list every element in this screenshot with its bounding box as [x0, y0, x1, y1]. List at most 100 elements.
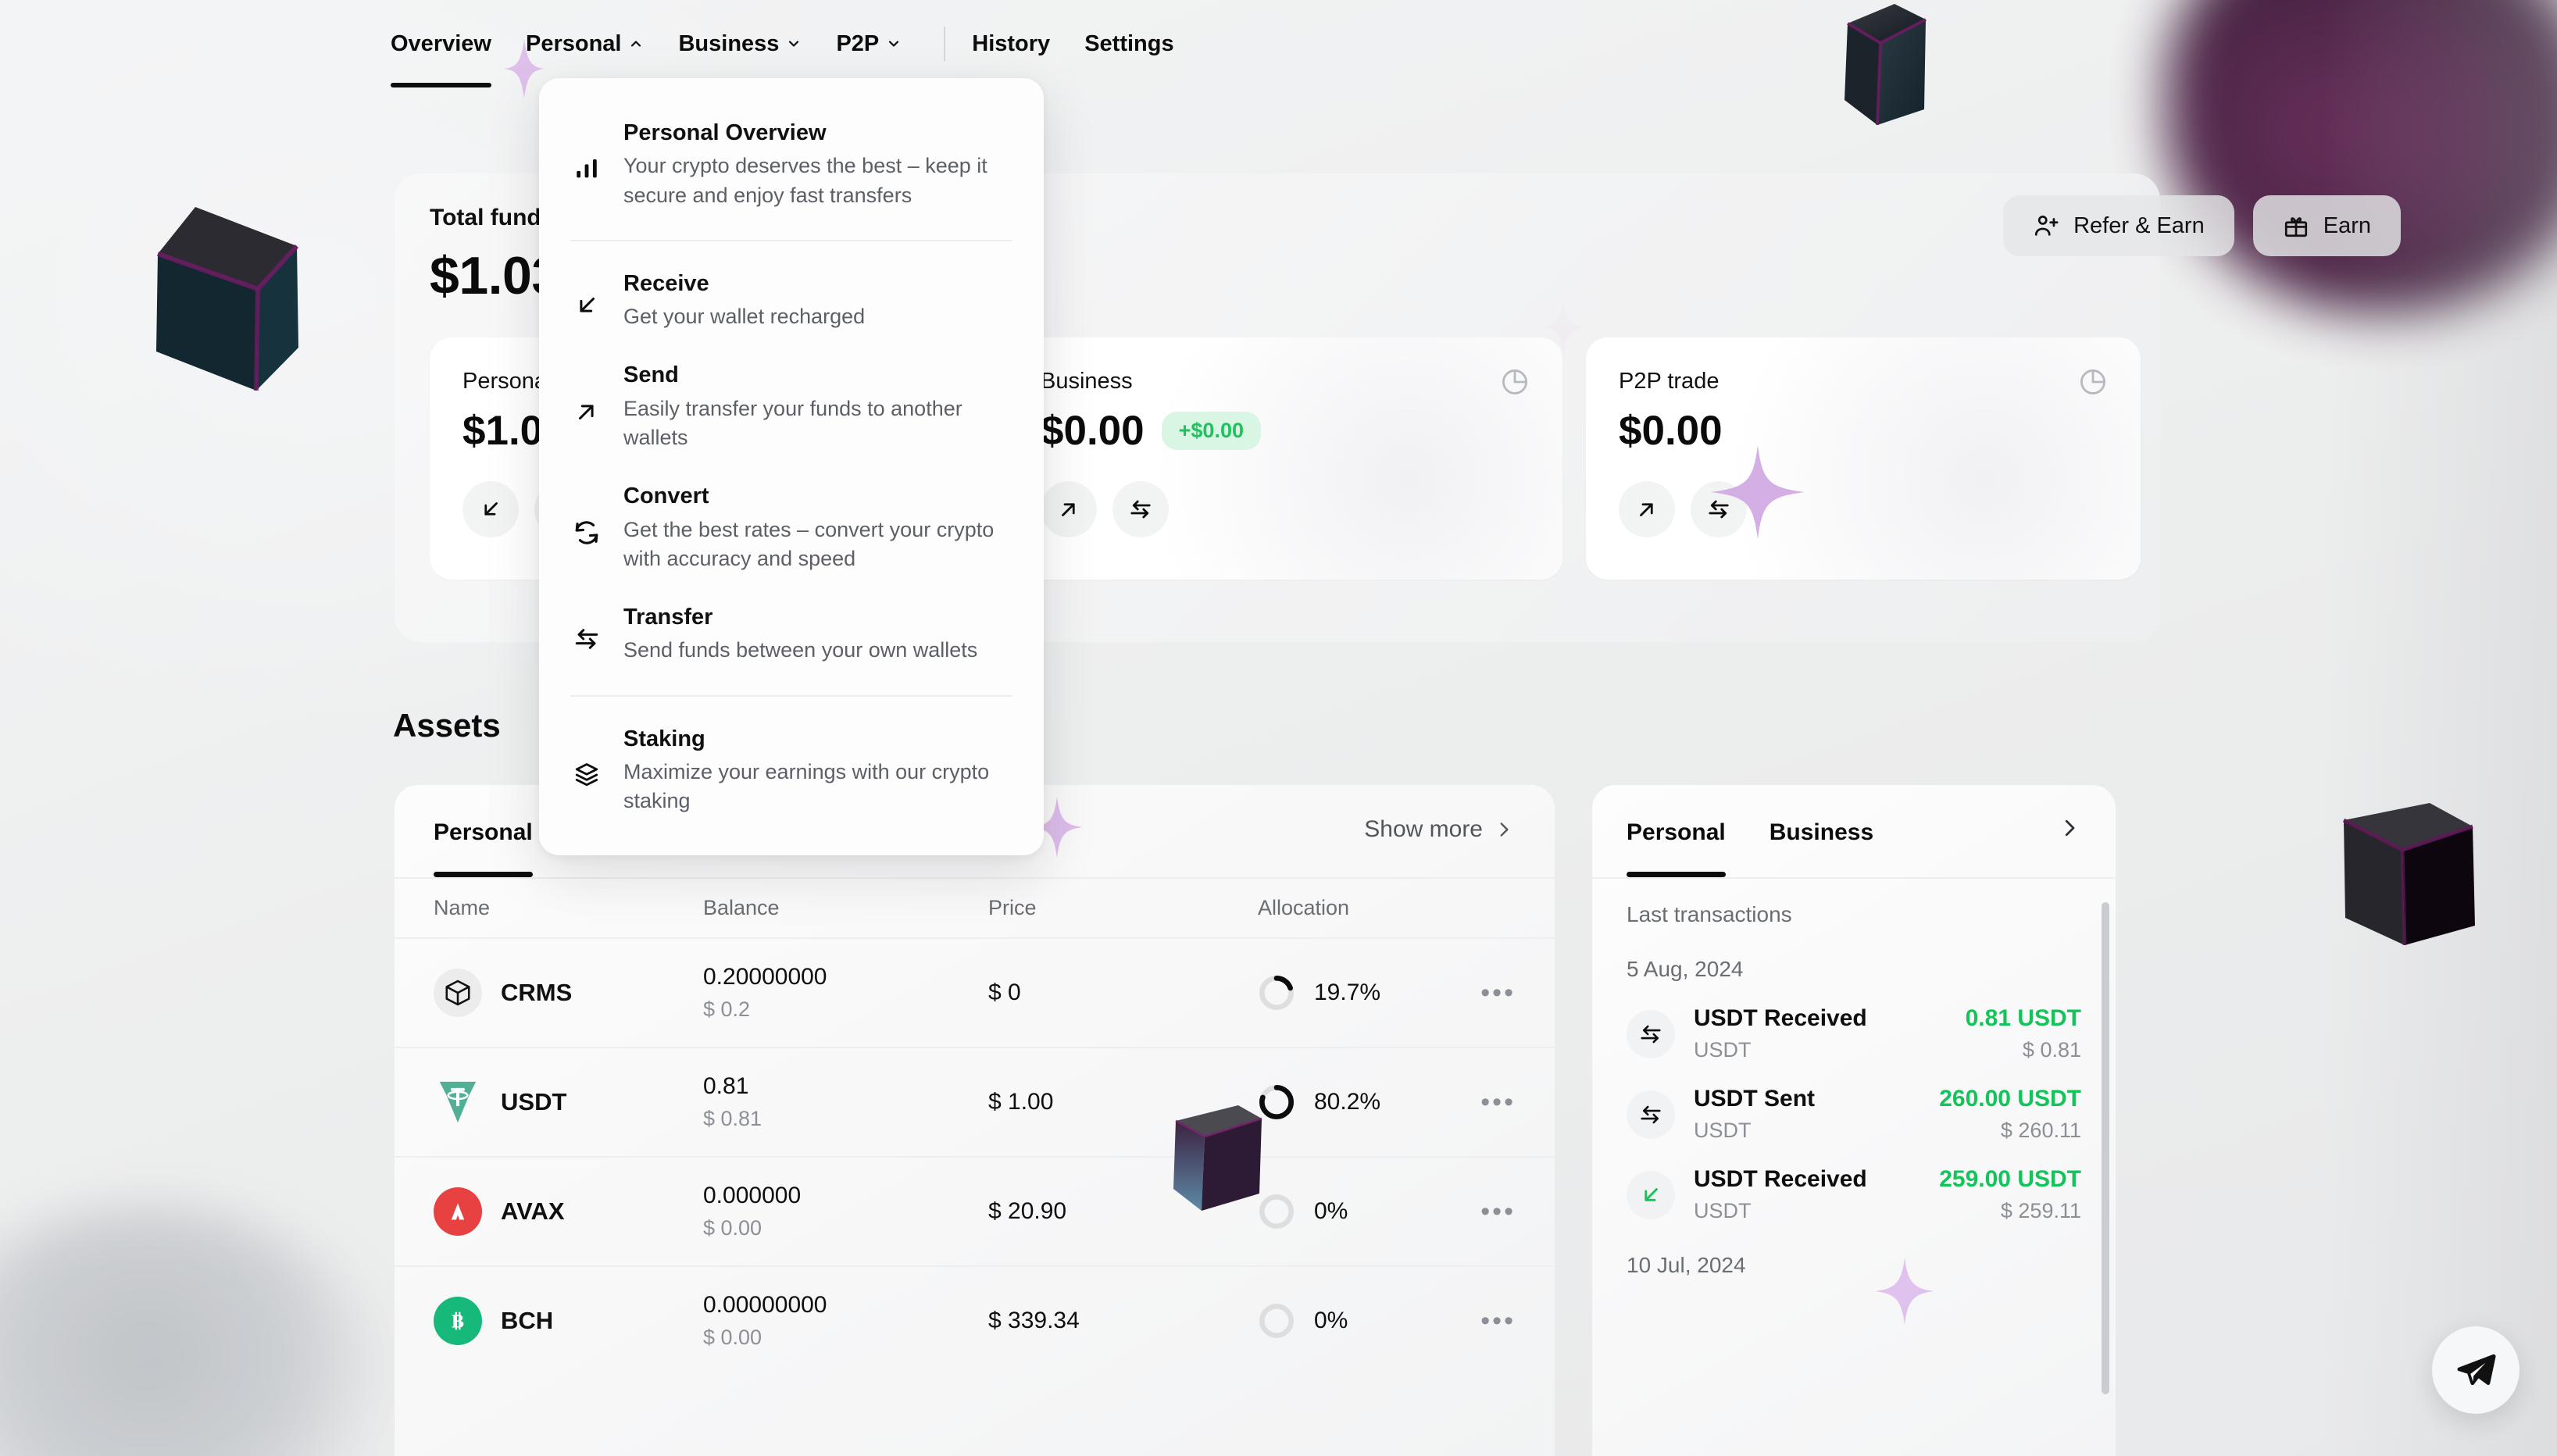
- row-menu-button[interactable]: •••: [1480, 1087, 1516, 1118]
- dropdown-item-title: Personal Overview: [623, 120, 827, 145]
- dropdown-divider: [570, 694, 1012, 697]
- allocation-donut-icon: [1259, 976, 1294, 1010]
- cube-decoration-center: [1173, 1105, 1262, 1211]
- avax-coin-icon: [434, 1187, 482, 1236]
- dropdown-item-desc: Send funds between your own wallets: [623, 638, 978, 662]
- wallet-card-p2p[interactable]: P2P trade $0.00: [1586, 337, 2141, 580]
- coin-balance-usd: $ 0.00: [703, 1326, 762, 1349]
- dropdown-item-staking[interactable]: Staking Maximize your earnings with our …: [539, 711, 1044, 832]
- row-menu-button[interactable]: •••: [1480, 1197, 1516, 1227]
- wallet-card-title: Business: [1041, 369, 1133, 394]
- assets-table-card: Personal Business Show more Name Balance…: [395, 785, 1555, 1456]
- transfer-button[interactable]: [1691, 481, 1747, 537]
- table-row[interactable]: AVAX 0.000000 $ 0.00 $ 20.90 0% •••: [395, 1156, 1555, 1265]
- top-action-buttons: Refer & Earn Earn: [2003, 195, 2401, 256]
- wallet-card-amount: $0.00: [1041, 408, 1145, 454]
- transfer-icon: [570, 605, 603, 666]
- coin-allocation: 0%: [1314, 1308, 1348, 1333]
- transaction-amount: 0.81 USDT: [1965, 1005, 2081, 1031]
- nav-item-label: Overview: [391, 30, 491, 56]
- tab-transactions-personal[interactable]: Personal: [1627, 819, 1726, 877]
- refer-and-earn-label: Refer & Earn: [2073, 212, 2205, 238]
- transactions-scrollbar[interactable]: [2102, 902, 2109, 1394]
- dropdown-item-desc: Maximize your earnings with our crypto s…: [623, 760, 990, 813]
- chevron-down-icon: [789, 41, 799, 47]
- transaction-amount: 259.00 USDT: [1939, 1166, 2081, 1192]
- transaction-title: USDT Sent: [1694, 1086, 1816, 1112]
- arrow-up-right-icon: [1062, 503, 1075, 516]
- row-menu-button[interactable]: •••: [1480, 978, 1516, 1008]
- row-menu-button[interactable]: •••: [1480, 1306, 1516, 1336]
- transfer-icon: [1709, 500, 1729, 519]
- coin-name: BCH: [501, 1307, 554, 1334]
- dropdown-item-title: Transfer: [623, 605, 713, 630]
- crms-coin-icon: [434, 969, 482, 1017]
- list-item[interactable]: USDT Received USDT 259.00 USDT $ 259.11: [1627, 1143, 2081, 1223]
- dropdown-item-title: Staking: [623, 726, 705, 751]
- transaction-asset: USDT: [1694, 1119, 1752, 1142]
- list-item[interactable]: USDT Sent USDT 260.00 USDT $ 260.11: [1627, 1062, 2081, 1143]
- nav-item-label: Settings: [1084, 30, 1174, 56]
- dropdown-item-title: Receive: [623, 270, 709, 296]
- coin-allocation: 19.7%: [1314, 980, 1381, 1005]
- nav-items: Overview Personal Business P2P History S…: [391, 0, 1209, 87]
- wallet-card-business[interactable]: Business $0.00 +$0.00: [1008, 337, 1562, 580]
- refer-and-earn-button[interactable]: Refer & Earn: [2003, 195, 2234, 256]
- telegram-send-icon: [2457, 1354, 2496, 1386]
- dropdown-item-desc: Easily transfer your funds to another wa…: [623, 396, 962, 450]
- dropdown-item-title: Convert: [623, 484, 709, 509]
- column-header-price: Price: [988, 896, 1037, 919]
- table-row[interactable]: B BCH 0.00000000 $ 0.00 $ 339.34 0% •••: [395, 1265, 1555, 1375]
- show-more-button[interactable]: Show more: [1364, 816, 1514, 843]
- nav-item-settings[interactable]: Settings: [1084, 0, 1173, 87]
- nav-item-p2p[interactable]: P2P: [836, 0, 902, 87]
- pie-chart-icon: [1502, 369, 1527, 394]
- send-button[interactable]: [1619, 481, 1675, 537]
- coin-balance-usd: $ 0.2: [703, 997, 751, 1021]
- dropdown-item-transfer[interactable]: Transfer Send funds between your own wal…: [539, 589, 1044, 681]
- transfer-icon: [1130, 500, 1151, 519]
- layers-icon: [570, 726, 603, 816]
- dropdown-item-convert[interactable]: Convert Get the best rates – convert you…: [539, 468, 1044, 589]
- dropdown-item-personal-overview[interactable]: Personal Overview Your crypto deserves t…: [539, 105, 1044, 226]
- list-item[interactable]: USDT Received USDT 0.81 USDT $ 0.81: [1627, 982, 2081, 1062]
- coin-price: $ 0: [988, 980, 1021, 1005]
- earn-button[interactable]: Earn: [2252, 195, 2401, 256]
- send-button[interactable]: [1041, 481, 1097, 537]
- dropdown-item-title: Send: [623, 362, 679, 388]
- arrow-up-right-icon: [570, 362, 603, 452]
- nav-item-label: Business: [678, 30, 780, 56]
- transaction-amount-usd: $ 0.81: [2022, 1038, 2081, 1062]
- earn-label: Earn: [2323, 212, 2371, 238]
- column-header-allocation: Allocation: [1258, 896, 1350, 919]
- coin-balance-usd: $ 0.00: [703, 1216, 762, 1240]
- transactions-body: Last transactions 5 Aug, 2024 USDT Recei…: [1592, 877, 2116, 1278]
- receive-button[interactable]: [462, 481, 519, 537]
- nav-item-business[interactable]: Business: [678, 0, 802, 87]
- dropdown-item-desc: Your crypto deserves the best – keep it …: [623, 154, 987, 207]
- nav-item-overview[interactable]: Overview: [391, 0, 491, 87]
- tab-label: Personal: [1627, 819, 1726, 845]
- nav-item-personal[interactable]: Personal: [526, 0, 645, 87]
- telegram-support-button[interactable]: [2432, 1326, 2520, 1414]
- transfer-button[interactable]: [1112, 481, 1169, 537]
- table-row[interactable]: CRMS 0.20000000 $ 0.2 $ 0 19.7% •••: [395, 937, 1555, 1047]
- app-root: Overview Personal Business P2P History S…: [0, 0, 2557, 1456]
- transactions-expand-button[interactable]: [2058, 816, 2081, 844]
- grey-blob-decoration: [0, 1206, 391, 1456]
- table-row[interactable]: USDT 0.81 $ 0.81 $ 1.00 80.2% •••: [395, 1047, 1555, 1156]
- arrow-down-left-icon: [570, 271, 603, 332]
- wallet-card-change-badge: +$0.00: [1161, 412, 1261, 450]
- dropdown-item-receive[interactable]: Receive Get your wallet recharged: [539, 255, 1044, 348]
- tab-transactions-business[interactable]: Business: [1770, 819, 1873, 877]
- nav-item-history[interactable]: History: [972, 0, 1050, 87]
- pie-chart-icon: [2080, 369, 2105, 394]
- nav-item-label: P2P: [836, 30, 880, 56]
- tab-assets-personal[interactable]: Personal: [434, 819, 533, 877]
- bch-coin-icon: B: [434, 1297, 482, 1345]
- transaction-amount: 260.00 USDT: [1939, 1086, 2081, 1112]
- dropdown-item-send[interactable]: Send Easily transfer your funds to anoth…: [539, 347, 1044, 468]
- show-more-label: Show more: [1364, 816, 1483, 842]
- arrow-up-right-icon: [1640, 503, 1653, 516]
- transaction-title: USDT Received: [1694, 1005, 1867, 1031]
